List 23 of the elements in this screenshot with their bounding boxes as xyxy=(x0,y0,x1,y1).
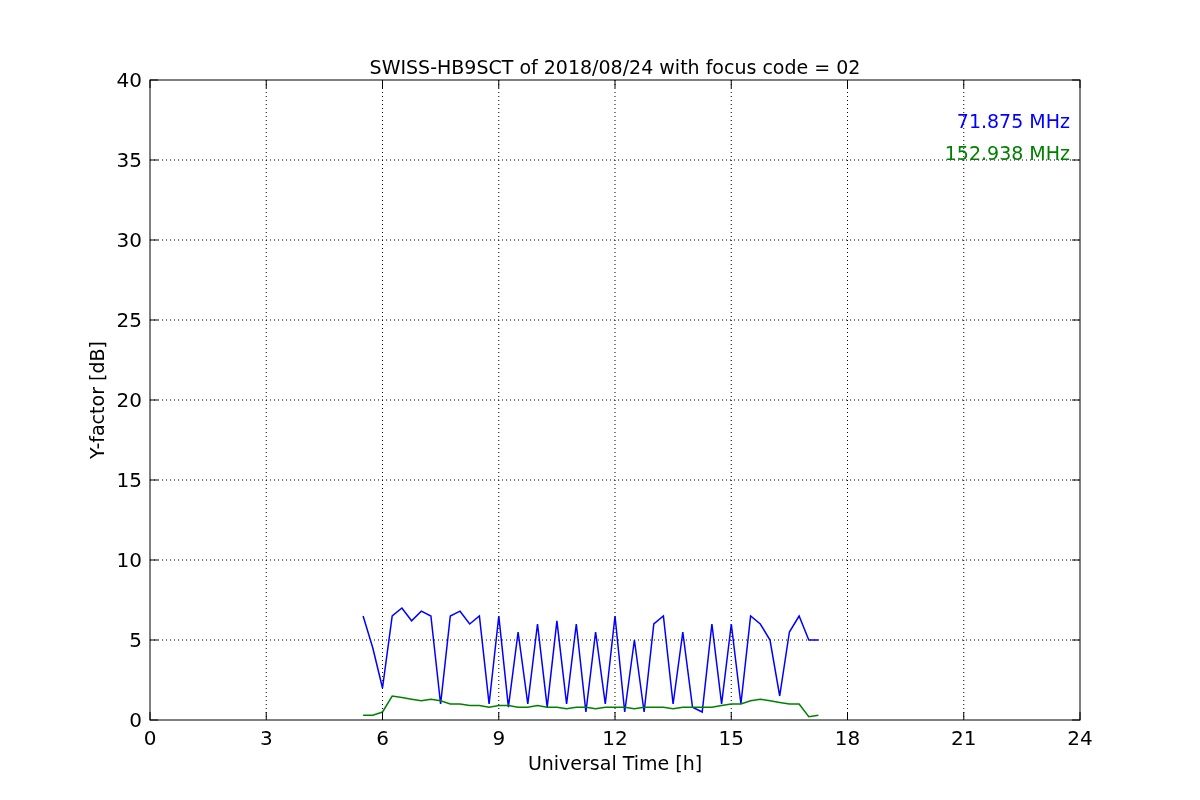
legend-label: 152.938 MHz xyxy=(944,142,1070,164)
x-tick-label: 0 xyxy=(143,726,157,750)
x-tick-label: 6 xyxy=(376,726,389,750)
x-tick-label: 15 xyxy=(718,726,744,750)
y-tick-label: 25 xyxy=(116,308,142,332)
y-tick-label: 10 xyxy=(116,548,142,572)
y-tick-label: 5 xyxy=(129,628,142,652)
x-tick-label: 21 xyxy=(951,726,977,750)
chart-title: SWISS-HB9SCT of 2018/08/24 with focus code = 02 xyxy=(369,56,861,78)
x-axis-label: Universal Time [h] xyxy=(527,752,703,774)
y-tick-label: 35 xyxy=(116,148,142,172)
y-tick-label: 30 xyxy=(116,228,142,252)
y-axis-label: Y-factor [dB] xyxy=(86,341,108,459)
y-tick-label: 0 xyxy=(129,708,142,732)
x-tick-label: 3 xyxy=(259,726,273,750)
y-tick-label: 20 xyxy=(116,388,142,412)
y-tick-label: 15 xyxy=(116,468,142,492)
legend-label: 71.875 MHz xyxy=(956,110,1070,132)
y-tick-label: 40 xyxy=(116,68,142,92)
x-tick-label: 9 xyxy=(492,726,506,750)
x-tick-label: 18 xyxy=(834,726,861,750)
x-tick-label: 24 xyxy=(1067,726,1093,750)
x-tick-label: 12 xyxy=(602,726,628,750)
